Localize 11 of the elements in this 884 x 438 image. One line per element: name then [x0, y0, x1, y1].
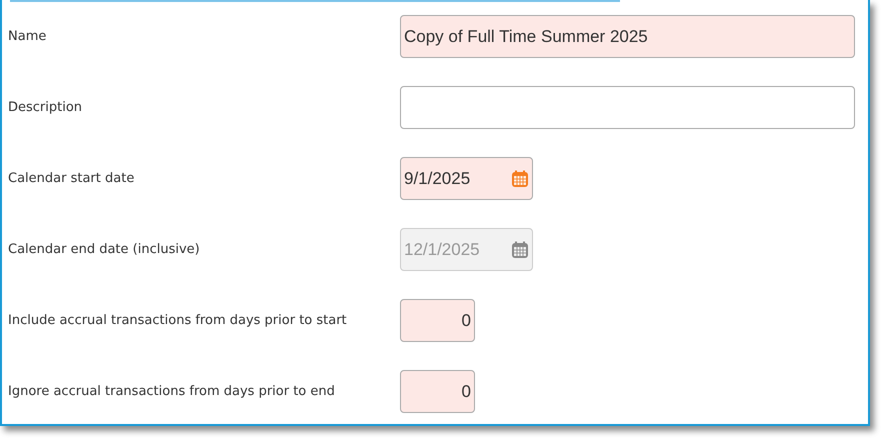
field-label: Include accrual transactions from days prior to start	[7, 312, 348, 330]
input-field[interactable]: 0	[400, 299, 475, 342]
input-field[interactable]: 0	[400, 370, 475, 413]
field-label: Ignore accrual transactions from days prior to end	[7, 382, 336, 401]
date-field[interactable]: 9/1/2025	[400, 157, 533, 200]
field-label: Calendar start date	[7, 170, 136, 188]
calendar-icon[interactable]	[511, 170, 529, 188]
input-field[interactable]: Copy of Full Time Summer 2025	[400, 15, 855, 58]
field-label: Name	[7, 28, 48, 46]
field-label: Description	[7, 98, 84, 117]
field-label: Calendar end date (inclusive)	[7, 240, 201, 259]
